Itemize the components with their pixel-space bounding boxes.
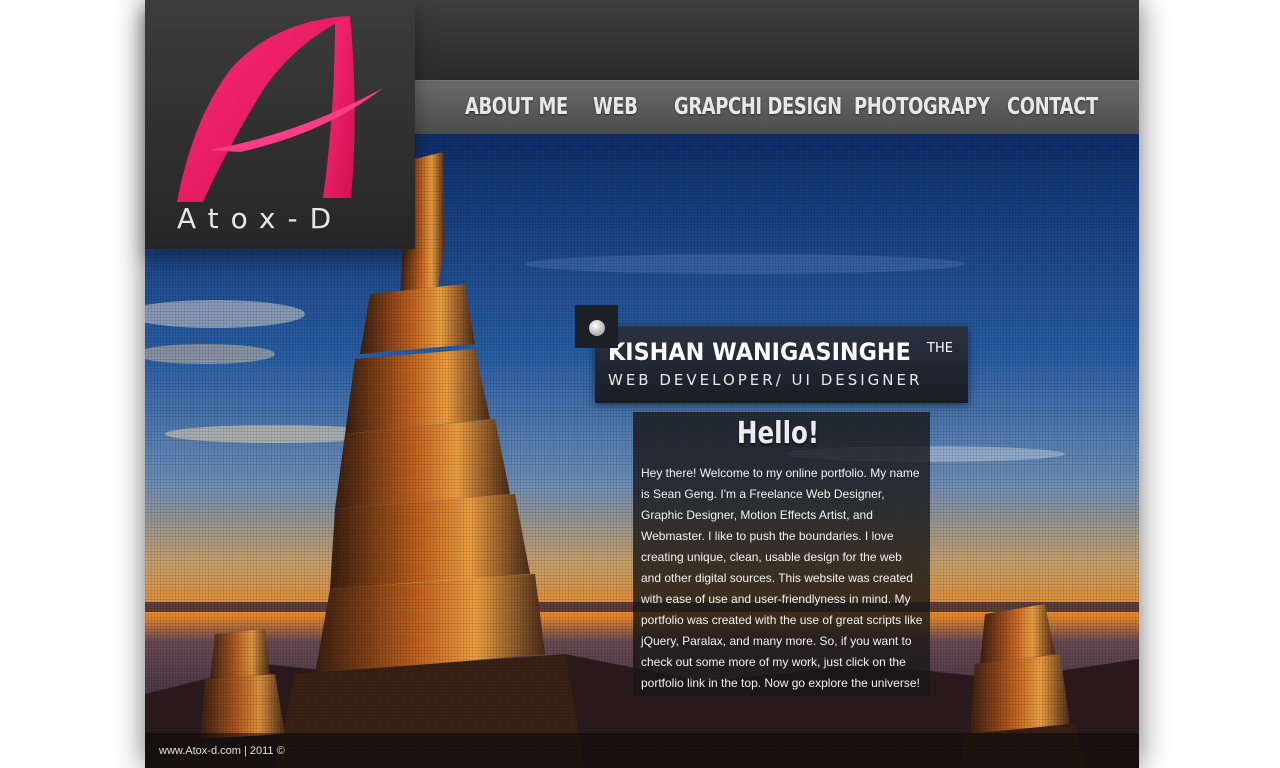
name-card: KISHAN WANIGASINGHE THE WEB DEVELOPER/ U… (595, 326, 968, 403)
name-heading: KISHAN WANIGASINGHE (608, 338, 911, 366)
footer-bar: www.Atox-d.com | 2011 © (145, 733, 1139, 768)
hello-title: Hello! (736, 416, 820, 451)
role-subtitle: WEB DEVELOPER/ UI DESIGNER (608, 371, 923, 389)
hello-body-text: Hey there! Welcome to my online portfoli… (641, 466, 923, 690)
nav-item-graphic-design[interactable]: GRAPCHI DESIGN (674, 93, 842, 121)
nav-item-about-me[interactable]: ABOUT ME (465, 93, 568, 121)
logo-wordmark: Atox-D (177, 202, 344, 235)
logo[interactable]: Atox-D (145, 0, 415, 249)
nav-item-contact[interactable]: CONTACT (1007, 93, 1098, 121)
main-nav: ABOUT ME WEB GRAPCHI DESIGN PHOTOGRAPY C… (415, 80, 1139, 134)
name-card-bullet (575, 305, 618, 348)
nav-item-web[interactable]: WEB (593, 93, 638, 121)
bullet-dot-icon (589, 320, 605, 336)
page-frame: ABOUT ME WEB GRAPCHI DESIGN PHOTOGRAPY C… (145, 0, 1139, 768)
footer-copyright: www.Atox-d.com | 2011 © (159, 745, 285, 757)
hello-panel: Hello! Hey there! Welcome to my online p… (633, 412, 930, 696)
nav-item-photography[interactable]: PHOTOGRAPY (854, 93, 990, 121)
name-the-label: THE (927, 341, 953, 356)
